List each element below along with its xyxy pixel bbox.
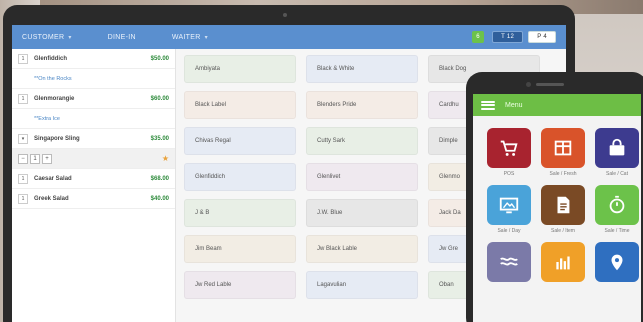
phone-camera — [526, 82, 531, 87]
app-label: Sale / Time — [604, 228, 630, 234]
order-item[interactable]: ▾ Singapore Sling $35.00 — [12, 129, 175, 149]
app-tile[interactable] — [487, 242, 531, 285]
product-tile[interactable]: Chivas Regal — [184, 127, 296, 155]
screen-icon — [487, 185, 531, 225]
notification-badge[interactable]: 6 — [472, 31, 485, 43]
order-item-price: $40.00 — [150, 195, 169, 202]
phone-speaker — [536, 83, 564, 86]
bag-icon — [595, 128, 639, 168]
location-pin-icon — [595, 242, 639, 282]
order-item-name: Glenfiddich — [34, 55, 67, 62]
order-item-name: Singapore Sling — [34, 135, 80, 142]
order-item-price: $50.00 — [150, 55, 169, 62]
product-tile[interactable]: Cutty Sark — [306, 127, 418, 155]
timer-icon — [595, 185, 639, 225]
app-tile[interactable]: POS — [487, 128, 531, 177]
product-tile[interactable]: Black & White — [306, 55, 418, 83]
order-item-price: $68.00 — [150, 175, 169, 182]
phone-title: Menu — [505, 101, 523, 109]
app-grid: POS Sale / Fresh Sale / Cat Sale / Day Sale … — [473, 116, 641, 285]
product-tile[interactable]: J.W. Blue — [306, 199, 418, 227]
product-tile[interactable]: Jw Black Lable — [306, 235, 418, 263]
order-item-name: Glenmorangie — [34, 95, 75, 102]
app-tile[interactable]: Sale / Fresh — [541, 128, 585, 177]
product-tile[interactable]: Black Label — [184, 91, 296, 119]
tab-customer-label: CUSTOMER — [22, 33, 65, 41]
quantity-box[interactable]: 1 — [18, 193, 28, 204]
order-item[interactable]: 1 Glenfiddich $50.00 — [12, 49, 175, 69]
app-tile[interactable]: Sale / Item — [541, 185, 585, 234]
product-tile[interactable]: J & B — [184, 199, 296, 227]
tab-dine-in-label: DINE-IN — [107, 33, 136, 41]
cart-icon — [487, 128, 531, 168]
product-tile[interactable]: Ambiyata — [184, 55, 296, 83]
pos-top-bar: CUSTOMER ▾ DINE-IN WAITER ▾ 6 T 12 P 4 — [12, 25, 566, 49]
phone-screen: Menu POS Sale / Fresh Sale / Cat Sale / Day… — [473, 94, 641, 322]
tab-customer[interactable]: CUSTOMER ▾ — [22, 34, 72, 41]
app-label: Sale / Item — [551, 228, 575, 234]
order-item-note[interactable]: **On the Rocks — [12, 69, 175, 89]
table-button[interactable]: T 12 — [492, 31, 524, 43]
product-tile[interactable]: Lagavulian — [306, 271, 418, 299]
app-tile[interactable]: Sale / Day — [487, 185, 531, 234]
phone-device: Menu POS Sale / Fresh Sale / Cat Sale / Day… — [466, 72, 643, 322]
order-item-name: Caesar Salad — [34, 175, 72, 182]
chevron-down-icon: ▾ — [204, 34, 208, 41]
bar-chart-icon — [541, 242, 585, 282]
app-tile[interactable] — [595, 242, 639, 285]
tab-dine-in[interactable]: DINE-IN — [108, 34, 136, 41]
chevron-down-icon: ▾ — [68, 34, 72, 41]
quantity-stepper: − 1 + ★ — [12, 149, 175, 169]
quantity-box[interactable]: 1 — [18, 53, 28, 64]
order-list: 1 Glenfiddich $50.00 **On the Rocks 1 Gl… — [12, 49, 176, 322]
tab-waiter[interactable]: WAITER ▾ — [172, 34, 208, 41]
product-tile[interactable]: Glenfiddich — [184, 163, 296, 191]
app-tile[interactable]: Sale / Cat — [595, 128, 639, 177]
quantity-box[interactable]: 1 — [18, 173, 28, 184]
order-item-price: $35.00 — [150, 135, 169, 142]
wave-icon — [487, 242, 531, 282]
app-label: POS — [503, 171, 515, 177]
quantity-value[interactable]: 1 — [30, 153, 40, 164]
quantity-box[interactable]: 1 — [18, 93, 28, 104]
order-item-note[interactable]: **Extra Ice — [12, 109, 175, 129]
expand-toggle[interactable]: ▾ — [18, 133, 28, 144]
app-label: Sale / Cat — [606, 171, 628, 177]
pax-button[interactable]: P 4 — [528, 31, 556, 43]
order-item[interactable]: 1 Caesar Salad $68.00 — [12, 169, 175, 189]
product-tile[interactable]: Jim Beam — [184, 235, 296, 263]
hamburger-menu-icon[interactable] — [481, 100, 495, 110]
product-tile[interactable]: Blenders Pride — [306, 91, 418, 119]
order-item-price: $60.00 — [150, 95, 169, 102]
document-icon — [541, 185, 585, 225]
app-tile[interactable]: Sale / Time — [595, 185, 639, 234]
order-item-name: Greek Salad — [34, 195, 69, 202]
phone-app-bar: Menu — [473, 94, 641, 116]
star-icon[interactable]: ★ — [162, 154, 169, 163]
order-item[interactable]: 1 Glenmorangie $60.00 — [12, 89, 175, 109]
decrement-button[interactable]: − — [18, 153, 28, 164]
increment-button[interactable]: + — [42, 153, 52, 164]
tab-waiter-label: WAITER — [171, 33, 201, 41]
app-label: Sale / Day — [497, 228, 521, 234]
app-label: Sale / Fresh — [549, 171, 577, 177]
product-tile[interactable]: Glenlivet — [306, 163, 418, 191]
tablet-camera — [283, 13, 287, 17]
app-tile[interactable] — [541, 242, 585, 285]
order-item[interactable]: 1 Greek Salad $40.00 — [12, 189, 175, 209]
grid-icon — [541, 128, 585, 168]
product-tile[interactable]: Jw Red Lable — [184, 271, 296, 299]
